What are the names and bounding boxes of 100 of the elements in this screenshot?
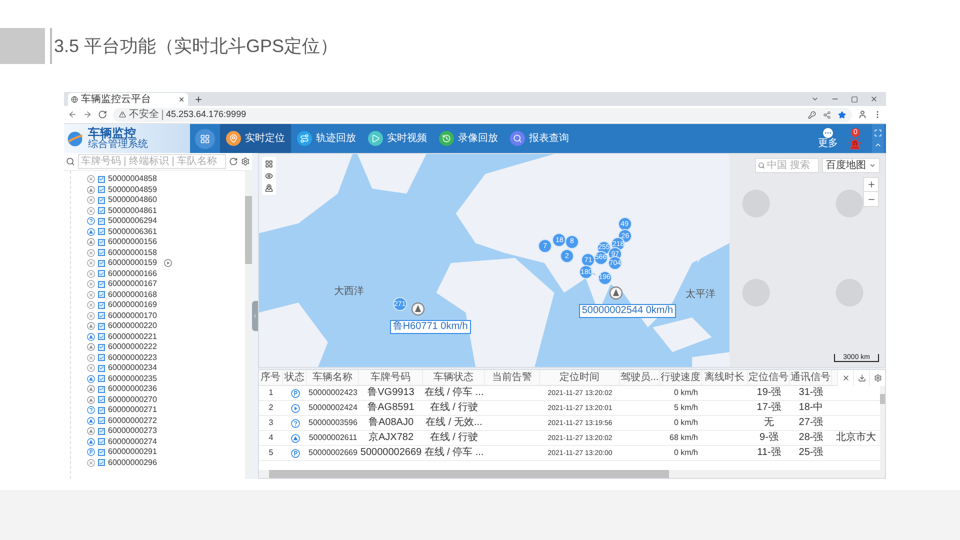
address-bar[interactable]: 不安全 45.253.64.176:9999 bbox=[113, 108, 852, 122]
checkbox[interactable] bbox=[98, 364, 105, 372]
vehicle-id[interactable]: 60000000170 bbox=[108, 312, 157, 320]
nav-tab[interactable]: 实时定位 bbox=[220, 124, 291, 153]
vehicle-id[interactable]: 60000000167 bbox=[108, 280, 157, 288]
checkbox[interactable] bbox=[98, 375, 105, 382]
checkbox[interactable] bbox=[98, 417, 105, 424]
close-icon[interactable] bbox=[870, 95, 878, 103]
vehicle-id[interactable]: 60000000221 bbox=[108, 332, 157, 341]
search-field[interactable]: 车牌号码 | 终端标识 | 车队名称 bbox=[78, 154, 226, 169]
maximize-icon[interactable] bbox=[851, 96, 858, 102]
column-header[interactable]: 定位信号 bbox=[748, 370, 790, 385]
settings-icon[interactable] bbox=[241, 157, 250, 166]
checkbox[interactable] bbox=[98, 186, 105, 194]
checkbox[interactable] bbox=[98, 260, 105, 267]
vehicle-callout[interactable]: 鲁H60771 0km/h bbox=[390, 320, 471, 334]
checkbox[interactable] bbox=[98, 333, 105, 340]
checkbox[interactable] bbox=[98, 406, 105, 414]
vehicle-id[interactable]: 60000000235 bbox=[108, 374, 157, 383]
column-header[interactable]: 序号 bbox=[259, 370, 283, 385]
vehicle-id[interactable]: 60000000291 bbox=[108, 448, 157, 456]
new-tab-icon[interactable] bbox=[194, 95, 203, 104]
vehicle-id[interactable]: 60000000156 bbox=[108, 238, 157, 246]
checkbox[interactable] bbox=[98, 238, 105, 246]
more-button[interactable]: 更多 bbox=[818, 128, 838, 149]
checkbox[interactable] bbox=[98, 249, 105, 256]
close-icon[interactable] bbox=[178, 96, 185, 103]
vehicle-id[interactable]: 60000000168 bbox=[108, 290, 157, 299]
column-header[interactable]: 车辆名称 bbox=[307, 370, 359, 385]
apps-button[interactable] bbox=[195, 128, 215, 148]
browser-tab[interactable]: 车辆监控云平台 bbox=[68, 93, 188, 106]
checkbox[interactable] bbox=[98, 280, 105, 288]
back-icon[interactable] bbox=[68, 110, 77, 119]
checkbox[interactable] bbox=[98, 354, 105, 362]
vehicle-id[interactable]: 50000004859 bbox=[108, 186, 157, 194]
checkbox[interactable] bbox=[98, 291, 105, 298]
vehicle-id[interactable]: 60000000223 bbox=[108, 354, 157, 362]
reload-icon[interactable] bbox=[98, 110, 107, 119]
column-header[interactable]: 车辆状态 bbox=[423, 370, 485, 385]
vehicle-id[interactable]: 60000000159 bbox=[108, 259, 157, 268]
pin-icon[interactable] bbox=[265, 184, 273, 192]
checkbox[interactable] bbox=[98, 312, 105, 320]
column-header[interactable]: 状态 bbox=[283, 370, 307, 385]
map-layer-dropdown[interactable]: 百度地图 bbox=[822, 158, 880, 173]
checkbox[interactable] bbox=[98, 386, 105, 393]
refresh-icon[interactable] bbox=[229, 157, 238, 166]
vehicle-id[interactable]: 50000006294 bbox=[108, 217, 157, 226]
checkbox[interactable] bbox=[98, 428, 105, 435]
checkbox[interactable] bbox=[98, 302, 105, 309]
vehicle-callout[interactable]: 50000002544 0km/h bbox=[578, 304, 676, 318]
checkbox[interactable] bbox=[98, 218, 105, 225]
checkbox[interactable] bbox=[98, 176, 105, 183]
vehicle-id[interactable]: 60000000272 bbox=[108, 416, 157, 425]
scrollbar-thumb[interactable] bbox=[269, 470, 669, 478]
vehicle-id[interactable]: 60000000166 bbox=[108, 270, 157, 278]
vehicle-marker-icon[interactable] bbox=[608, 286, 623, 300]
collapse-handle[interactable] bbox=[252, 301, 258, 331]
checkbox[interactable] bbox=[98, 438, 105, 446]
scrollbar[interactable] bbox=[245, 171, 252, 479]
vehicle-id[interactable]: 50000004858 bbox=[108, 175, 157, 184]
checkbox[interactable] bbox=[98, 322, 105, 330]
scrollbar-thumb[interactable] bbox=[880, 394, 885, 404]
fullscreen-icon[interactable] bbox=[874, 128, 882, 136]
checkbox[interactable] bbox=[98, 196, 105, 204]
vehicle-id[interactable]: 50000004860 bbox=[108, 196, 157, 204]
bookmark-star-icon[interactable] bbox=[838, 110, 846, 118]
vehicle-id[interactable]: 60000000158 bbox=[108, 248, 157, 257]
column-header[interactable]: 离线时长 bbox=[702, 370, 748, 385]
column-header[interactable]: 当前告警 bbox=[485, 370, 540, 385]
checkbox[interactable] bbox=[98, 448, 105, 456]
chevron-down-icon[interactable] bbox=[811, 95, 819, 103]
vehicle-id[interactable]: 60000000169 bbox=[108, 301, 157, 310]
column-header[interactable]: 定位时间 bbox=[540, 370, 620, 385]
column-header[interactable]: 通讯信号 bbox=[790, 370, 832, 385]
nav-tab[interactable]: 实时视频 bbox=[362, 124, 433, 153]
checkbox[interactable] bbox=[98, 270, 105, 278]
checkbox[interactable] bbox=[98, 396, 105, 404]
vehicle-id[interactable]: 60000000271 bbox=[108, 406, 157, 414]
column-header[interactable]: 驾驶员... bbox=[620, 370, 660, 385]
column-header[interactable]: 车牌号码 bbox=[359, 370, 423, 385]
profile-icon[interactable] bbox=[858, 110, 867, 119]
vehicle-id[interactable]: 60000000236 bbox=[108, 385, 157, 394]
search-icon[interactable] bbox=[66, 157, 75, 166]
checkbox[interactable] bbox=[98, 344, 105, 351]
vehicle-id[interactable]: 60000000234 bbox=[108, 364, 157, 372]
vehicle-id[interactable]: 60000000222 bbox=[108, 343, 157, 352]
checkbox[interactable] bbox=[98, 228, 105, 236]
map-search-field[interactable]: 中国 搜索 bbox=[755, 158, 819, 173]
vehicle-id[interactable]: 60000000270 bbox=[108, 396, 157, 404]
checkbox[interactable] bbox=[98, 459, 105, 466]
grid-icon[interactable] bbox=[265, 160, 273, 168]
forward-icon[interactable] bbox=[83, 110, 92, 119]
vehicle-marker-icon[interactable] bbox=[411, 302, 425, 316]
column-header[interactable]: 行驶速度 bbox=[660, 370, 702, 385]
vehicle-id[interactable]: 60000000220 bbox=[108, 322, 157, 330]
scrollbar[interactable] bbox=[880, 386, 885, 470]
scrollbar[interactable] bbox=[259, 470, 885, 478]
nav-tab[interactable]: 报表查询 bbox=[504, 124, 575, 153]
key-icon[interactable] bbox=[808, 110, 816, 118]
eye-icon[interactable] bbox=[265, 172, 273, 180]
